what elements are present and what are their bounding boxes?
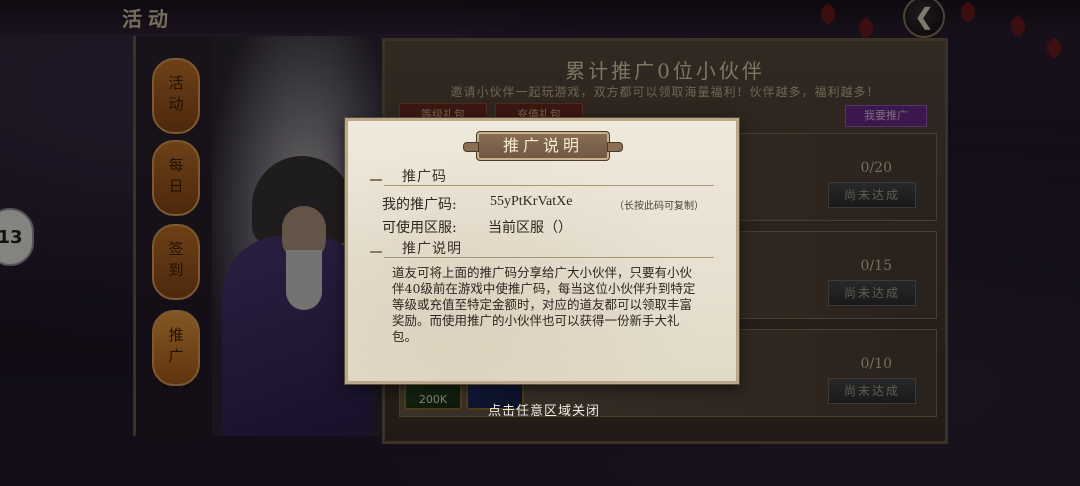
section-marker — [370, 179, 382, 181]
server-value: 当前区服（） — [488, 220, 572, 236]
game-scene: 活动 ❮ 13 活动 每日 签到 推广 累计推广0位小伙伴 邀请小伙伴一起玩游戏… — [0, 0, 1080, 486]
section-marker — [370, 251, 382, 253]
close-hint: 点击任意区域关闭 — [488, 404, 601, 419]
my-code-label: 我的推广码: — [382, 197, 457, 213]
dialog-title-plaque: 推广说明 — [463, 131, 623, 161]
section-divider — [384, 185, 714, 186]
promo-code-value[interactable]: 55yPtKrVatXe — [490, 194, 572, 210]
server-label: 可使用区服: — [382, 220, 457, 236]
promotion-info-dialog: 推广说明 推广码 我的推广码: 55yPtKrVatXe （长按此码可复制） 可… — [345, 118, 739, 384]
section-heading-code: 推广码 — [402, 169, 447, 185]
copy-hint: （长按此码可复制） — [614, 201, 704, 212]
section-heading-desc: 推广说明 — [402, 241, 462, 257]
section-divider — [384, 257, 714, 258]
promotion-description: 道友可将上面的推广码分享给广大小伙伴，只要有小伙伴40级前在游戏中使推广码，每当… — [392, 265, 696, 344]
dialog-title: 推广说明 — [502, 136, 583, 155]
